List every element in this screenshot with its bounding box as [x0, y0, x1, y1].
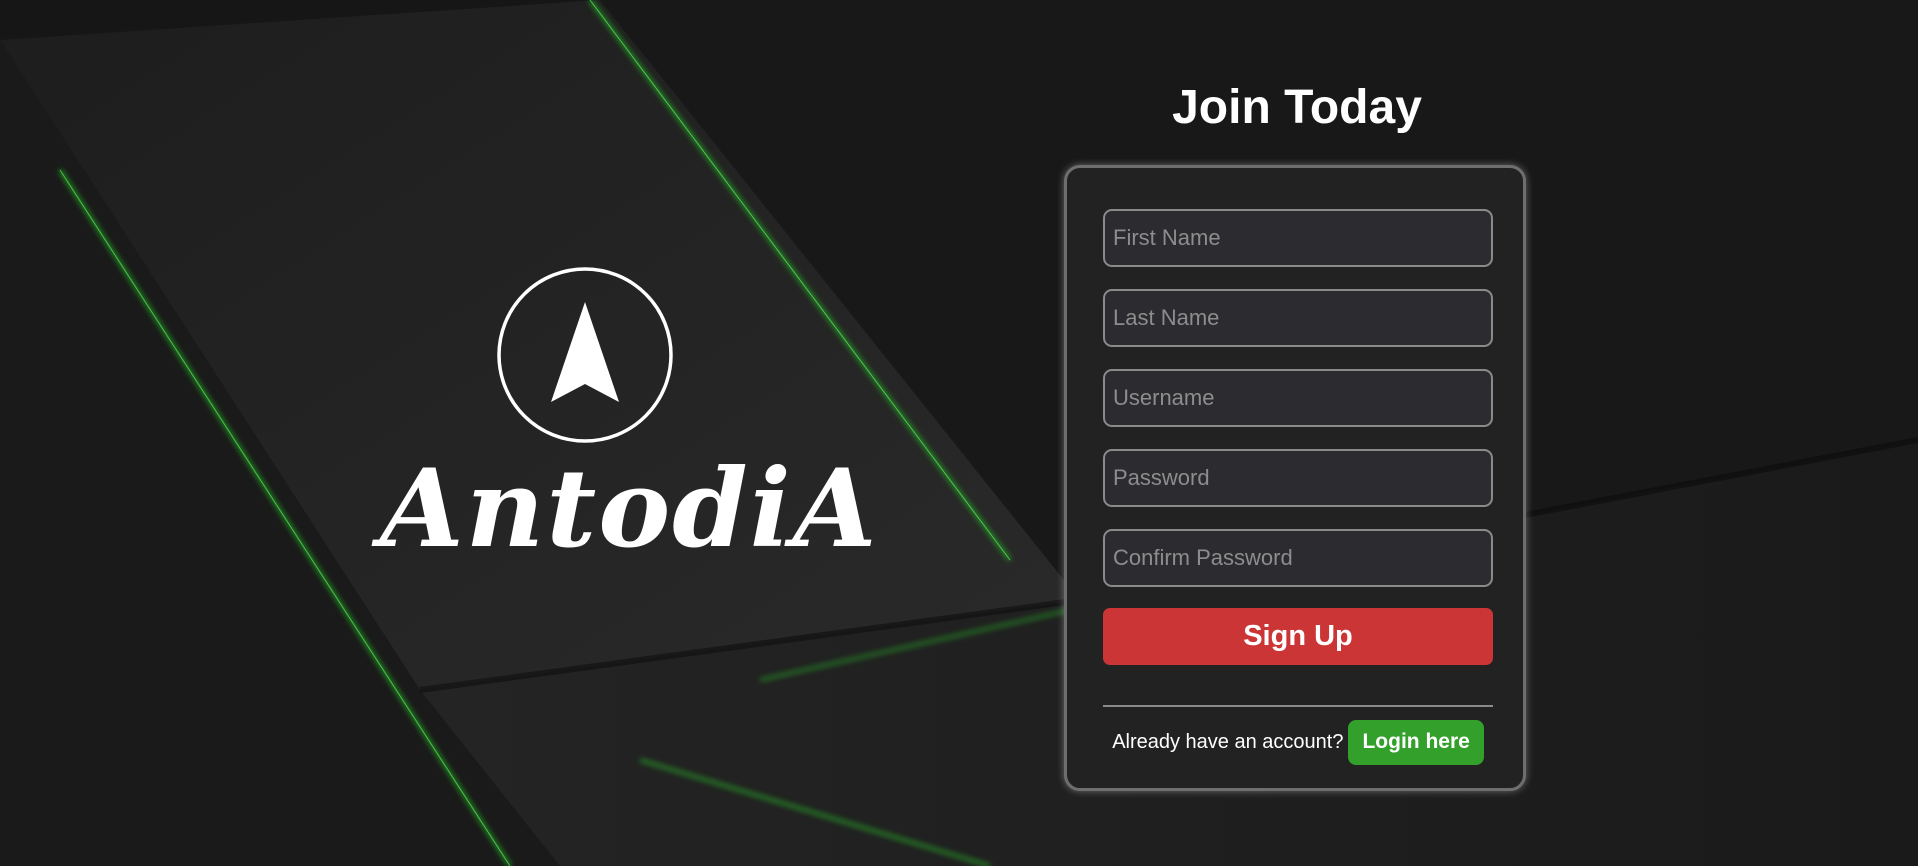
arrowhead-circle-logo-icon	[497, 267, 673, 443]
confirm-password-input[interactable]	[1103, 529, 1493, 587]
signup-page: AntodiA Join Today Sign Up Already have …	[0, 0, 1918, 866]
last-name-input[interactable]	[1103, 289, 1493, 347]
first-name-input[interactable]	[1103, 209, 1493, 267]
brand-name: AntodiA	[380, 446, 879, 572]
signup-card: Sign Up Already have an account? Login h…	[1064, 165, 1526, 791]
username-input[interactable]	[1103, 369, 1493, 427]
sign-up-button[interactable]: Sign Up	[1103, 608, 1493, 665]
login-row: Already have an account? Login here	[1103, 719, 1493, 765]
background-art	[0, 0, 1918, 866]
password-input[interactable]	[1103, 449, 1493, 507]
brand-block: AntodiA	[380, 266, 879, 576]
divider	[1103, 705, 1493, 707]
login-prompt: Already have an account?	[1112, 730, 1344, 753]
login-here-button[interactable]: Login here	[1348, 719, 1484, 765]
page-title: Join Today	[1172, 81, 1422, 134]
